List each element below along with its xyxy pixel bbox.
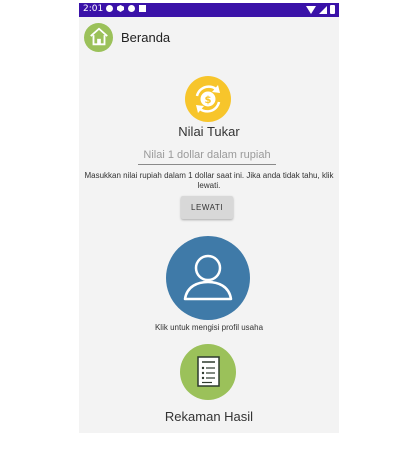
wifi-icon	[306, 5, 316, 14]
phone-screen: 2:01 Beranda $ Nilai Tukar Nilai 1 dolla…	[79, 3, 339, 433]
records-button[interactable]	[180, 344, 236, 400]
records-title[interactable]: Rekaman Hasil	[79, 409, 339, 424]
gear-icon	[106, 5, 113, 12]
status-system-icons	[306, 5, 335, 14]
at-icon	[128, 5, 135, 12]
app-bar: Beranda	[84, 22, 170, 52]
exchange-rate-hint: Masukkan nilai rupiah dalam 1 dollar saa…	[84, 171, 334, 190]
home-icon[interactable]	[84, 22, 113, 52]
exchange-rate-input[interactable]	[138, 146, 276, 165]
profile-button[interactable]	[166, 236, 250, 320]
document-icon	[197, 356, 220, 387]
profile-caption: Klik untuk mengisi profil usaha	[154, 323, 264, 332]
user-icon	[183, 254, 233, 301]
sd-card-icon	[139, 5, 146, 12]
skip-button[interactable]: LEWATI	[181, 196, 233, 219]
currency-exchange-icon: $	[185, 76, 231, 122]
svg-text:$: $	[205, 95, 212, 106]
status-notification-icons	[106, 5, 146, 12]
shield-icon	[117, 5, 124, 12]
status-bar: 2:01	[79, 3, 339, 17]
battery-icon	[330, 5, 335, 14]
status-time: 2:01	[83, 4, 104, 14]
exchange-rate-title: Nilai Tukar	[178, 124, 240, 139]
page-title: Beranda	[121, 29, 171, 45]
signal-icon	[319, 5, 327, 14]
